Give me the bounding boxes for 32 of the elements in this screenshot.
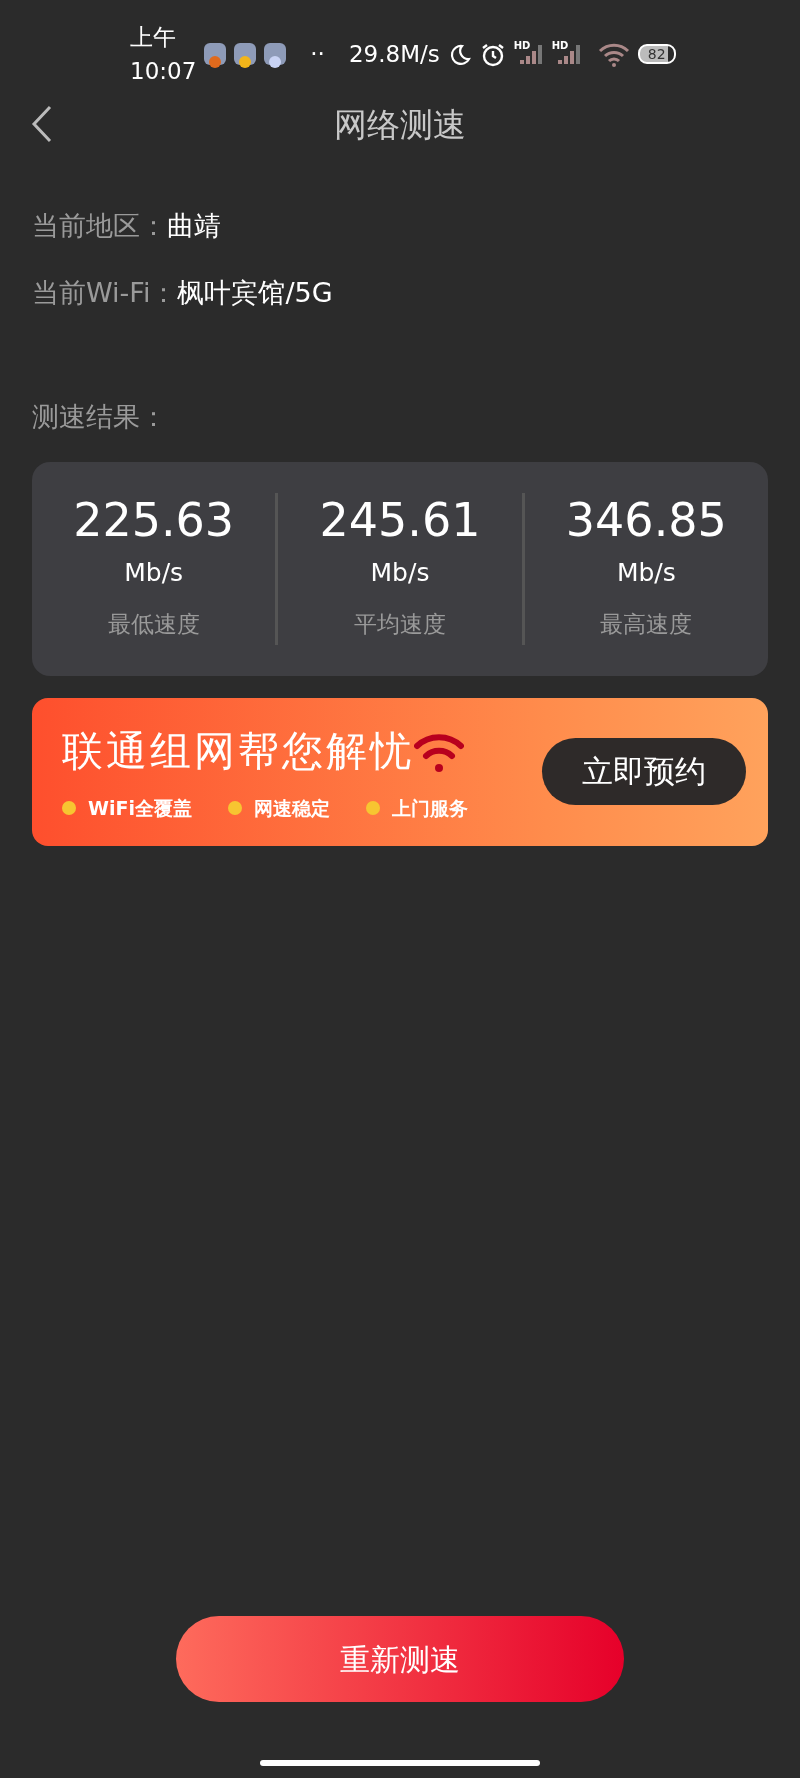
bullet-icon bbox=[62, 801, 76, 816]
page-title: 网络测速 bbox=[334, 104, 466, 147]
book-button[interactable]: 立即预约 bbox=[542, 738, 746, 805]
info-value: 枫叶宾馆/5G bbox=[177, 276, 333, 308]
feature-text: 网速稳定 bbox=[253, 796, 330, 821]
speed-label: 最低速度 bbox=[107, 610, 200, 640]
speed-label: 最高速度 bbox=[600, 610, 693, 640]
bullet-icon bbox=[365, 801, 380, 816]
speed-label: 平均速度 bbox=[354, 610, 446, 640]
banner-title: 联通组网帮您解忧 bbox=[62, 725, 414, 777]
info-label: 当前Wi-Fi： bbox=[32, 276, 178, 308]
retest-button[interactable]: 重新测速 bbox=[176, 1616, 624, 1702]
feature-text: 上门服务 bbox=[391, 796, 468, 821]
status-dots: ·· bbox=[310, 39, 325, 69]
app-notification-icon bbox=[234, 43, 257, 65]
speed-value: 225.63 bbox=[73, 495, 235, 546]
back-icon[interactable] bbox=[30, 104, 54, 144]
speed-unit: Mb/s bbox=[616, 556, 676, 589]
section-label: 测速结果： bbox=[31, 400, 168, 434]
speed-value: 245.61 bbox=[319, 495, 481, 546]
network-speed: 29.8M/s bbox=[348, 39, 440, 69]
info-value: 曲靖 bbox=[167, 210, 221, 241]
speed-value: 346.85 bbox=[565, 495, 727, 546]
info-label: 当前地区： bbox=[32, 210, 167, 241]
bullet-icon bbox=[227, 801, 242, 816]
app-notification-icon bbox=[264, 43, 287, 65]
feature-text: WiFi全覆盖 bbox=[88, 796, 192, 821]
app-notification-icon bbox=[204, 43, 227, 65]
speed-unit: Mb/s bbox=[370, 556, 430, 589]
speed-unit: Mb/s bbox=[124, 556, 184, 589]
battery-indicator: 82 bbox=[637, 44, 676, 64]
status-time: 上午10:07 bbox=[130, 22, 197, 86]
